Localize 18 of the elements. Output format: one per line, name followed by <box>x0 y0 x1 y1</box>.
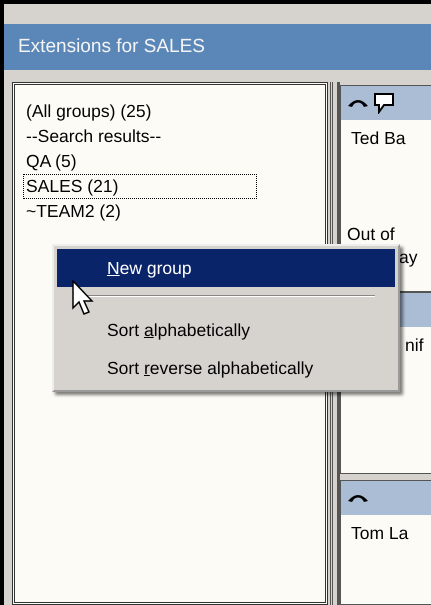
group-item[interactable]: (All groups) (25) <box>23 99 154 124</box>
group-item[interactable]: SALES (21) <box>23 174 257 199</box>
extension-name: Tom La <box>350 522 410 544</box>
mouse-pointer-icon <box>72 280 96 318</box>
extension-status: Out of <box>346 223 396 246</box>
group-item[interactable]: --Search results-- <box>23 124 164 149</box>
group-item[interactable]: ~TEAM2 (2) <box>23 199 124 224</box>
menu-item[interactable]: New group <box>57 249 395 287</box>
group-item[interactable]: QA (5) <box>23 149 80 174</box>
extension-name: nif <box>404 334 424 356</box>
menu-item[interactable]: Sort alphabetically <box>57 311 395 349</box>
extension-status: ay <box>398 246 418 269</box>
phone-icon <box>347 492 369 504</box>
window-title: Extensions for SALES <box>4 24 431 70</box>
phone-icon <box>347 97 369 109</box>
speech-bubble-icon <box>373 92 395 114</box>
menu-item[interactable]: Sort reverse alphabetically <box>57 349 395 387</box>
extension-name: Ted Ba <box>350 127 406 149</box>
